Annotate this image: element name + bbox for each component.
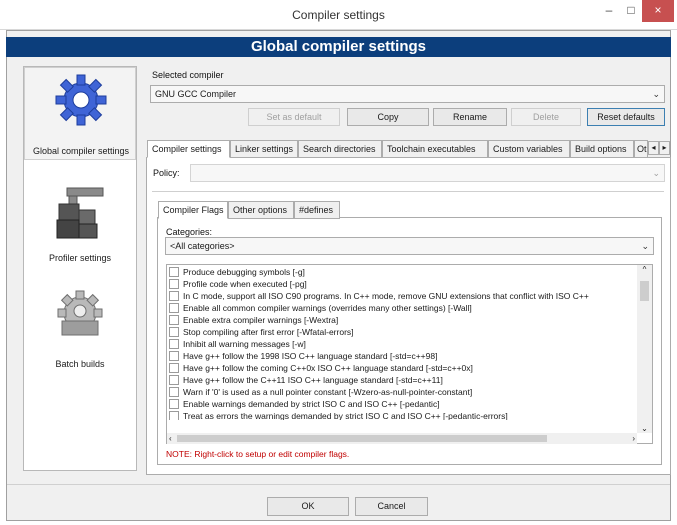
- vertical-scrollbar[interactable]: ^ ⌄: [637, 265, 652, 433]
- list-item[interactable]: Stop compiling after first error [-Wfata…: [169, 326, 354, 338]
- scrollbar-thumb[interactable]: [177, 435, 547, 442]
- compiler-select[interactable]: GNU GCC Compiler ⌄: [150, 85, 665, 103]
- list-item[interactable]: Produce debugging symbols [-g]: [169, 266, 305, 278]
- tab-defines[interactable]: #defines: [294, 201, 340, 219]
- flag-checkbox[interactable]: [169, 326, 179, 337]
- title-bar: Compiler settings – □ ×: [0, 0, 677, 30]
- close-button[interactable]: ×: [642, 0, 674, 22]
- flag-checkbox[interactable]: [169, 338, 179, 349]
- gear-icon: [55, 74, 107, 126]
- sidebar-item-global-compiler-settings[interactable]: Global compiler settings: [24, 67, 136, 160]
- scrollbar-thumb[interactable]: [640, 281, 649, 301]
- chevron-down-icon: ⌄: [652, 168, 660, 178]
- scroll-right-icon[interactable]: ›: [632, 433, 635, 444]
- flag-checkbox[interactable]: [169, 410, 179, 420]
- divider: [7, 484, 670, 485]
- copy-button[interactable]: Copy: [347, 108, 429, 126]
- flag-checkbox[interactable]: [169, 362, 179, 373]
- sidebar-item-label: Profiler settings: [48, 253, 112, 263]
- tab-scroll-left-button[interactable]: ◂: [648, 141, 659, 155]
- flag-checkbox[interactable]: [169, 386, 179, 397]
- categories-select[interactable]: <All categories> ⌄: [165, 237, 654, 255]
- tab-linker-settings[interactable]: Linker settings: [230, 140, 298, 158]
- rename-button[interactable]: Rename: [433, 108, 507, 126]
- list-item[interactable]: Have g++ follow the 1998 ISO C++ languag…: [169, 350, 437, 362]
- tab-other-options[interactable]: Other options: [228, 201, 294, 219]
- ok-button[interactable]: OK: [267, 497, 349, 516]
- sidebar: Global compiler settings Profiler settin…: [23, 66, 137, 471]
- caliper-icon: [56, 187, 104, 239]
- tab-scroll-right-button[interactable]: ▸: [659, 141, 670, 155]
- categories-select-value: <All categories>: [170, 241, 235, 251]
- reset-defaults-button[interactable]: Reset defaults: [587, 108, 665, 126]
- list-item[interactable]: Enable all common compiler warnings (ove…: [169, 302, 472, 314]
- list-item[interactable]: Inhibit all warning messages [-w]: [169, 338, 306, 350]
- scroll-left-icon[interactable]: ‹: [169, 433, 172, 444]
- flag-checkbox[interactable]: [169, 314, 179, 325]
- selected-compiler-label: Selected compiler: [152, 70, 224, 80]
- set-as-default-button[interactable]: Set as default: [248, 108, 340, 126]
- tab-build-options[interactable]: Build options: [570, 140, 634, 158]
- compiler-flags-list[interactable]: Produce debugging symbols [-g] Profile c…: [166, 264, 653, 444]
- sidebar-item-profiler-settings[interactable]: Profiler settings: [24, 172, 136, 272]
- sidebar-item-label: Global compiler settings: [32, 146, 130, 156]
- flag-checkbox[interactable]: [169, 278, 179, 289]
- tab-toolchain-executables[interactable]: Toolchain executables: [382, 140, 488, 158]
- list-item[interactable]: Have g++ follow the coming C++0x ISO C++…: [169, 362, 473, 374]
- tab-compiler-flags[interactable]: Compiler Flags: [158, 201, 228, 219]
- list-item[interactable]: In C mode, support all ISO C90 programs.…: [169, 290, 589, 302]
- flag-checkbox[interactable]: [169, 350, 179, 361]
- flag-checkbox[interactable]: [169, 398, 179, 409]
- sidebar-item-label: Batch builds: [55, 359, 105, 369]
- tab-other-settings[interactable]: Other settings: [634, 140, 648, 158]
- tab-compiler-settings[interactable]: Compiler settings: [147, 140, 230, 158]
- flag-checkbox[interactable]: [169, 266, 179, 277]
- chevron-down-icon: ⌄: [652, 89, 660, 99]
- flag-checkbox[interactable]: [169, 290, 179, 301]
- compiler-select-value: GNU GCC Compiler: [155, 89, 237, 99]
- list-item[interactable]: Enable warnings demanded by strict ISO C…: [169, 398, 440, 410]
- list-item[interactable]: Profile code when executed [-pg]: [169, 278, 307, 290]
- page-title: Global compiler settings: [6, 37, 671, 57]
- scroll-up-icon[interactable]: ^: [637, 265, 652, 274]
- delete-button[interactable]: Delete: [511, 108, 581, 126]
- list-item[interactable]: Enable extra compiler warnings [-Wextra]: [169, 314, 338, 326]
- list-item[interactable]: Treat as errors the warnings demanded by…: [169, 410, 508, 420]
- flag-checkbox[interactable]: [169, 374, 179, 385]
- sidebar-item-batch-builds[interactable]: Batch builds: [24, 287, 136, 377]
- list-item[interactable]: Warn if '0' is used as a null pointer co…: [169, 386, 472, 398]
- divider: [152, 191, 664, 192]
- flags-note: NOTE: Right-click to setup or edit compi…: [166, 449, 350, 459]
- tab-search-directories[interactable]: Search directories: [298, 140, 382, 158]
- policy-select[interactable]: ⌄: [190, 164, 665, 182]
- maximize-button[interactable]: □: [618, 0, 644, 22]
- horizontal-scrollbar[interactable]: ‹ ›: [167, 433, 637, 444]
- window-title: Compiler settings: [292, 8, 385, 22]
- cancel-button[interactable]: Cancel: [355, 497, 428, 516]
- flag-checkbox[interactable]: [169, 302, 179, 313]
- tab-custom-variables[interactable]: Custom variables: [488, 140, 570, 158]
- gears-icon: [57, 290, 103, 336]
- chevron-down-icon: ⌄: [641, 241, 649, 251]
- categories-label: Categories:: [166, 227, 213, 237]
- policy-label: Policy:: [153, 168, 180, 178]
- scroll-down-icon[interactable]: ⌄: [637, 424, 652, 433]
- list-item[interactable]: Have g++ follow the C++11 ISO C++ langua…: [169, 374, 443, 386]
